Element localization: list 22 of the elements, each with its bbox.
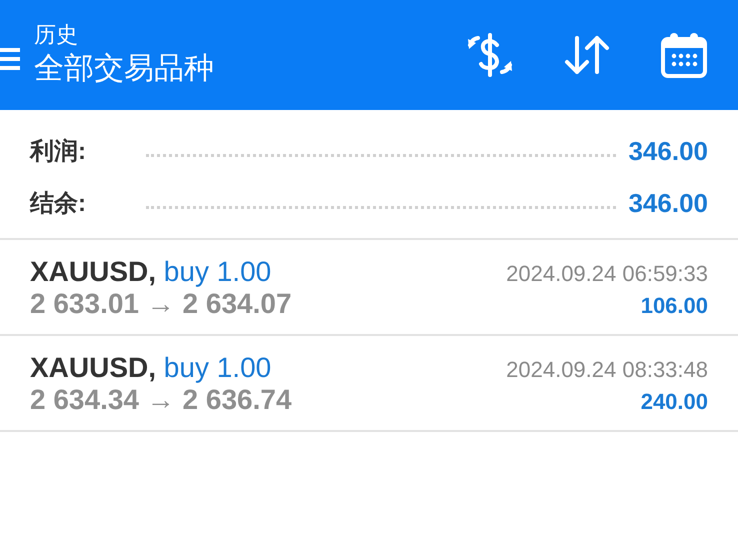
summary-label: 结余:	[30, 189, 86, 219]
calendar-icon[interactable]	[660, 31, 708, 79]
trade-profit: 240.00	[640, 389, 708, 415]
screen-title: 全部交易品种	[34, 51, 215, 87]
trade-side: buy 1.00	[164, 256, 272, 287]
trade-time: 2024.09.24 08:33:48	[506, 357, 708, 383]
summary-label: 利润:	[30, 137, 86, 167]
screen-subtitle: 历史	[34, 21, 79, 49]
trade-side: buy 1.00	[164, 352, 272, 383]
trade-row[interactable]: XAUUSD, buy 1.00 2024.09.24 06:59:33 2 633.01 → 2 634.07 106.00	[0, 240, 738, 336]
trade-profit: 106.00	[640, 293, 708, 319]
trade-row[interactable]: XAUUSD, buy 1.00 2024.09.24 08:33:48 2 634.34 → 2 636.74 240.00	[0, 336, 738, 432]
summary-value: 346.00	[628, 188, 708, 218]
trade-time: 2024.09.24 06:59:33	[506, 261, 708, 287]
sort-icon[interactable]	[564, 34, 610, 76]
menu-icon[interactable]	[0, 46, 20, 72]
currency-exchange-icon[interactable]	[466, 33, 514, 77]
trade-prices: 2 633.01 → 2 634.07	[30, 288, 292, 320]
summary-value: 346.00	[628, 136, 708, 166]
trade-prices: 2 634.34 → 2 636.74	[30, 384, 292, 416]
trade-symbol: XAUUSD,	[30, 352, 156, 383]
trade-symbol: XAUUSD,	[30, 256, 156, 287]
